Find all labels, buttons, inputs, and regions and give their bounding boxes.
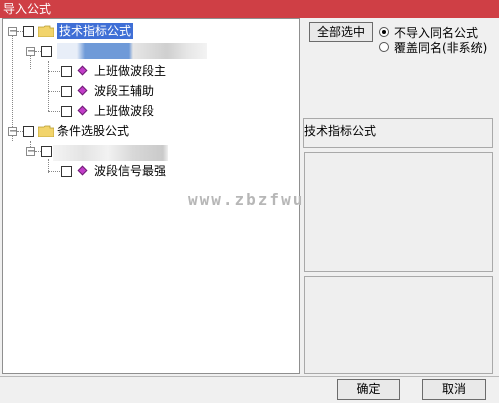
details-pane	[304, 276, 493, 374]
subfolder-checkbox[interactable]	[41, 46, 52, 57]
tree-node-group-technical[interactable]: − 技术指标公式	[3, 22, 299, 40]
formula-diamond-icon	[77, 65, 88, 76]
leaf-checkbox[interactable]	[61, 166, 72, 177]
footer-divider	[0, 376, 499, 377]
description-pane	[304, 152, 493, 272]
group-label: 技术指标公式	[57, 23, 134, 39]
ok-button[interactable]: 确定	[337, 379, 400, 400]
folder-icon	[38, 25, 54, 37]
leaf-checkbox[interactable]	[61, 86, 72, 97]
formula-diamond-icon	[77, 85, 88, 96]
folder-icon	[38, 125, 54, 137]
tree-leaf[interactable]: 波段信号最强	[3, 162, 299, 180]
leaf-checkbox[interactable]	[61, 106, 72, 117]
cancel-button[interactable]: 取消	[422, 379, 486, 400]
radio-label: 覆盖同名(非系统)	[394, 40, 488, 55]
redacted-name	[57, 43, 207, 59]
leaf-label: 上班做波段主	[94, 64, 167, 78]
select-all-button[interactable]: 全部选中	[309, 22, 373, 42]
group-label: 条件选股公式	[57, 124, 130, 138]
tree-node-group-screening[interactable]: − 条件选股公式	[3, 122, 299, 140]
panel-title: 技术指标公式	[304, 124, 377, 138]
window-title: 导入公式	[3, 2, 52, 16]
formula-diamond-icon	[77, 105, 88, 116]
radio-overwrite[interactable]: 覆盖同名(非系统)	[379, 40, 488, 55]
leaf-checkbox[interactable]	[61, 66, 72, 77]
tree-node-subfolder[interactable]: −	[3, 42, 299, 60]
subfolder-checkbox[interactable]	[41, 146, 52, 157]
redacted-name	[53, 145, 168, 161]
window-titlebar: 导入公式	[0, 0, 499, 18]
formula-diamond-icon	[77, 165, 88, 176]
tree-leaf[interactable]: 上班做波段	[3, 102, 299, 120]
tree-leaf[interactable]: 上班做波段主	[3, 62, 299, 80]
leaf-label: 波段信号最强	[94, 164, 167, 178]
collapse-icon[interactable]: −	[26, 147, 35, 157]
group-checkbox[interactable]	[23, 126, 34, 137]
collapse-icon[interactable]: −	[26, 47, 35, 57]
leaf-label: 波段王辅助	[94, 84, 155, 98]
leaf-label: 上班做波段	[94, 104, 155, 118]
tree-node-subfolder[interactable]: −	[3, 142, 299, 161]
collapse-icon[interactable]: −	[8, 127, 17, 137]
group-checkbox[interactable]	[23, 26, 34, 37]
collapse-icon[interactable]: −	[8, 27, 17, 37]
radio-no-import[interactable]: 不导入同名公式	[379, 25, 478, 40]
tree-leaf[interactable]: 波段王辅助	[3, 82, 299, 100]
radio-button[interactable]	[379, 27, 389, 37]
radio-button[interactable]	[379, 42, 389, 52]
